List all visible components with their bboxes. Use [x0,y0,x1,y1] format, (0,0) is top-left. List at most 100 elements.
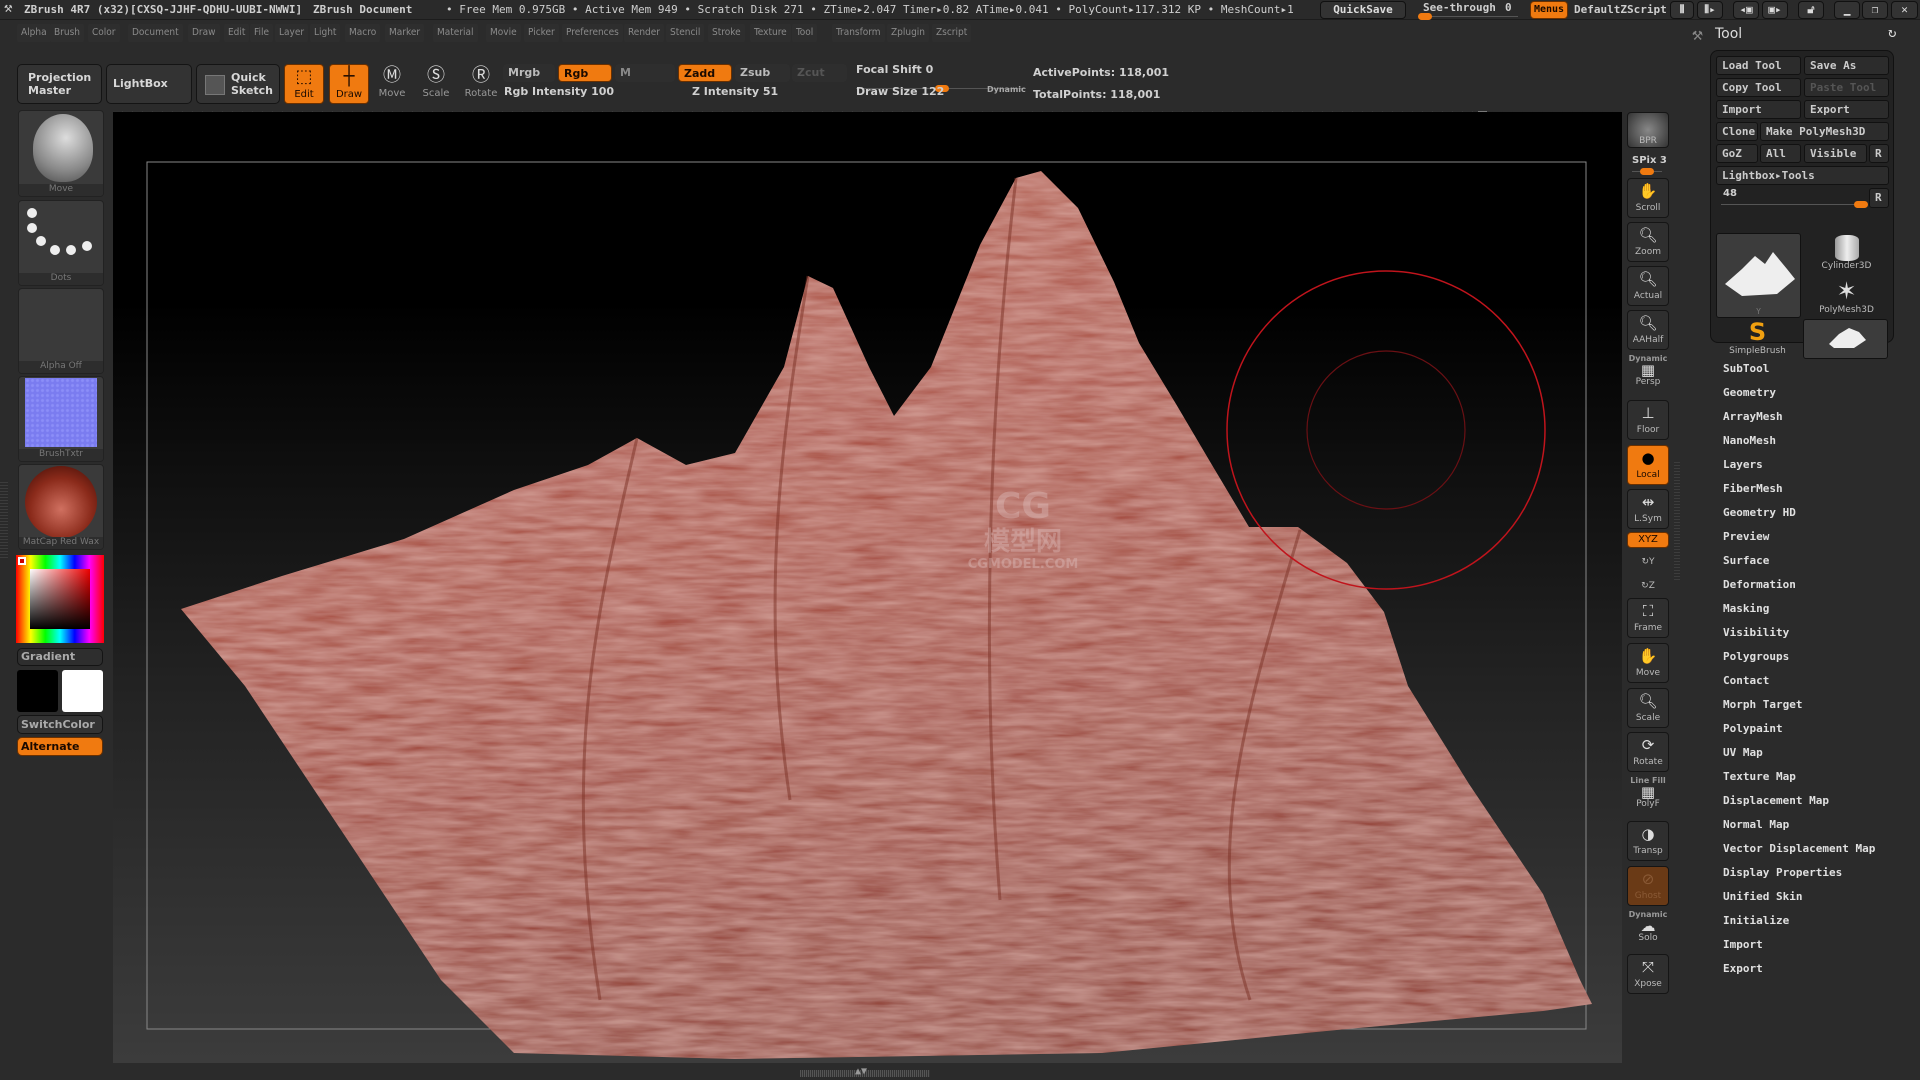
tool-section-contact[interactable]: Contact [1723,674,1769,687]
quick-sketch-button[interactable]: Quick Sketch [196,64,280,104]
rotate-button[interactable]: Ⓡ Rotate [461,64,501,104]
material-thumbnail[interactable]: MatCap Red Wax [18,464,104,550]
tool-section-displacement-map[interactable]: Displacement Map [1723,794,1829,807]
slider-knob[interactable] [1640,168,1654,175]
tool-section-geometry-hd[interactable]: Geometry HD [1723,506,1796,519]
mrgb-button[interactable]: Mrgb [503,64,555,82]
tool-section-morph-target[interactable]: Morph Target [1723,698,1802,711]
rgb-button[interactable]: Rgb [558,64,612,82]
minimize-icon[interactable]: ▁ [1834,1,1860,19]
color-saturation-square[interactable] [30,569,90,629]
menu-stencil[interactable]: Stencil [666,24,705,42]
tool-section-export[interactable]: Export [1723,962,1763,975]
tool-section-polygroups[interactable]: Polygroups [1723,650,1789,663]
move-button[interactable]: Ⓜ Move [372,64,412,104]
tool-section-fibermesh[interactable]: FiberMesh [1723,482,1783,495]
tool-section-texture-map[interactable]: Texture Map [1723,770,1796,783]
terrain-mesh[interactable] [181,171,1592,1059]
import-button[interactable]: Import [1716,100,1801,119]
tool-section-deformation[interactable]: Deformation [1723,578,1796,591]
y-axis-button[interactable]: ↻Y [1627,552,1669,574]
switch-color-button[interactable]: SwitchColor [17,715,103,734]
local-button[interactable]: ● Local [1627,445,1669,485]
load-tool-button[interactable]: Load Tool [1716,56,1801,75]
mesh-canvas[interactable] [113,112,1622,1063]
goz-button[interactable]: GoZ [1716,144,1758,163]
menu-preferences[interactable]: Preferences [562,24,623,42]
polymesh3d-thumbnail[interactable]: ✶ PolyMesh3D [1804,277,1889,319]
xyz-button[interactable]: XYZ [1627,532,1669,548]
terrain-tool-thumbnail[interactable] [1803,319,1888,359]
close-icon[interactable]: ✕ [1891,1,1918,19]
persp-button[interactable]: Dynamic ▦ Persp [1627,354,1669,394]
projection-master-button[interactable]: Projection Master [17,64,102,104]
scale-button[interactable]: Ⓢ Scale [416,64,456,104]
m-button[interactable]: M [615,64,675,82]
menu-alpha[interactable]: Alpha [17,24,51,42]
menu-brush[interactable]: Brush [50,24,84,42]
restore-icon[interactable]: ❐ [1862,1,1888,19]
xpose-button[interactable]: ⤧ Xpose [1627,954,1669,994]
main-color-swatch[interactable] [17,670,58,712]
menu-color[interactable]: Color [88,24,120,42]
spix-slider[interactable] [1632,168,1662,175]
menu-edit[interactable]: Edit [224,24,250,42]
copy-tool-button[interactable]: Copy Tool [1716,78,1801,97]
tool-section-visibility[interactable]: Visibility [1723,626,1789,639]
dynamic-toggle[interactable]: Dynamic [987,85,1026,94]
menu-texture[interactable]: Texture [750,24,791,42]
zcut-button[interactable]: Zcut [792,64,847,82]
export-button[interactable]: Export [1804,100,1889,119]
solo-button[interactable]: Dynamic ☁ Solo [1627,910,1669,950]
tool-section-vector-displacement-map[interactable]: Vector Displacement Map [1723,842,1875,855]
tool-section-masking[interactable]: Masking [1723,602,1769,615]
lock-icon[interactable]: 🔓︎ [1798,1,1824,19]
tool-section-subtool[interactable]: SubTool [1723,362,1769,375]
canvas-viewport[interactable]: CG 模型网 CGMODEL.COM [113,112,1622,1063]
z-axis-button[interactable]: ↻Z [1627,576,1669,598]
brush-thumbnail[interactable]: Move [18,110,104,197]
bottom-tray-arrows-icon[interactable]: ▲▼ [855,1066,867,1077]
goz-r-button[interactable]: R [1869,144,1889,163]
tool-section-import[interactable]: Import [1723,938,1763,951]
alternate-button[interactable]: Alternate [17,737,103,756]
reset-icon[interactable]: ↻ [1888,25,1896,41]
transp-button[interactable]: ◑ Transp [1627,821,1669,861]
all-button[interactable]: All [1760,144,1801,163]
bpr-button[interactable]: BPR [1627,112,1669,148]
tool-section-normal-map[interactable]: Normal Map [1723,818,1789,831]
menu-draw[interactable]: Draw [188,24,220,42]
clone-button[interactable]: Clone [1716,122,1758,141]
polyf-button[interactable]: Line Fill ▦ PolyF [1627,776,1669,816]
cylinder3d-thumbnail[interactable]: Cylinder3D [1804,233,1889,275]
rotate-view-button[interactable]: ⟳ Rotate [1627,732,1669,772]
lsym-button[interactable]: ⇹ L.Sym [1627,489,1669,529]
scroll-button[interactable]: ✋ Scroll [1627,178,1669,218]
menu-picker[interactable]: Picker [524,24,559,42]
tool-section-unified-skin[interactable]: Unified Skin [1723,890,1802,903]
quicksave-button[interactable]: QuickSave [1320,1,1406,19]
actual-button[interactable]: 🔍︎ Actual [1627,266,1669,306]
slider-knob[interactable] [1418,13,1432,20]
left-tray-icon[interactable]: ◂▣ [1733,1,1759,19]
simplebrush-thumbnail[interactable]: S SimpleBrush [1715,318,1800,360]
tool-size-slider[interactable] [1721,201,1868,208]
ghost-button[interactable]: ⊘ Ghost [1627,866,1669,906]
shrink-palette-icon[interactable]: ⦀ [1670,1,1694,19]
draw-button[interactable]: ┼ Draw [329,64,369,104]
tool-section-polypaint[interactable]: Polypaint [1723,722,1783,735]
menu-document[interactable]: Document [128,24,183,42]
menu-marker[interactable]: Marker [385,24,425,42]
tool-section-arraymesh[interactable]: ArrayMesh [1723,410,1783,423]
tool-section-uv-map[interactable]: UV Map [1723,746,1763,759]
aahalf-button[interactable]: 🔍︎ AAHalf [1627,310,1669,350]
lightbox-tools-button[interactable]: Lightbox▸Tools [1716,166,1889,185]
move-view-button[interactable]: ✋ Move [1627,643,1669,683]
menu-layer[interactable]: Layer [275,24,309,42]
edit-button[interactable]: ⬚ Edit [284,64,324,104]
tool-size-r-button[interactable]: R [1869,188,1889,208]
hue-marker[interactable] [18,557,26,565]
menus-button[interactable]: Menus [1530,1,1568,19]
menu-macro[interactable]: Macro [345,24,381,42]
menu-zplugin[interactable]: Zplugin [887,24,929,42]
